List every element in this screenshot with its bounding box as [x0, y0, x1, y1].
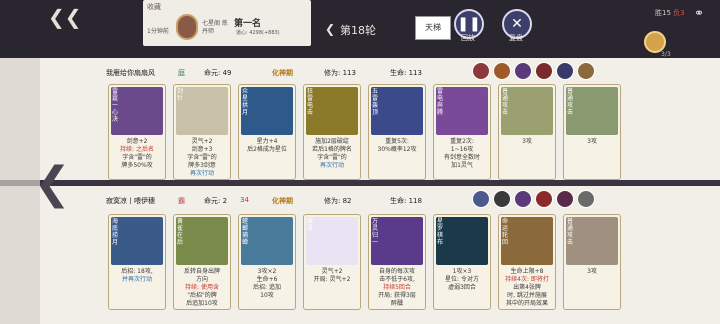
card-text: 生命上限+8 持续4次: 即将打 出第4张牌 时, 跳过并施展 其中的开局效果 [505, 268, 549, 307]
card-name: 普通攻击 [567, 218, 574, 246]
hp-value: 生命: 113 [390, 69, 422, 77]
card-name: 黄雀在后 [177, 218, 184, 246]
card-text: 施加2层破绽 若后1格的牌名 字含"雷"的 再次行动 [312, 138, 352, 169]
card-text: 3攻 [522, 138, 532, 145]
card-name: 普通攻击 [567, 88, 574, 116]
card[interactable]: 狂雷电击施加2层破绽 若后1格的牌名 字含"雷"的 再次行动 [303, 84, 361, 180]
record-label: 收藏 [147, 3, 161, 11]
card-name: 探灵 [307, 218, 314, 232]
card-name: 万灵归一 [372, 218, 379, 246]
card[interactable]: 剑针灵气+2 剑意+3 字含"雷"的 牌多3剑意 再次行动 [173, 84, 231, 180]
player-badge: 霸 [178, 197, 185, 205]
card[interactable]: 螳螂捕蝉 3攻×2 生命+6 后招: 追加 10攻 [238, 214, 296, 310]
coin-icon [644, 31, 666, 53]
status-icon[interactable] [472, 190, 490, 208]
realm-label: 化神期 [272, 69, 293, 77]
card[interactable]: 命运轮回生命上限+8 持续4次: 即将打 出第4张牌 时, 跳过并施展 其中的开局效果 [498, 214, 556, 310]
card-name: 雷霆一心决 [112, 88, 119, 123]
card[interactable]: 探灵灵气+2 开局: 灵气+2 [303, 214, 361, 310]
card-name: 普通攻击 [502, 88, 509, 116]
card-text: 灵气+2 剑意+3 字含"雷"的 牌多3剑意 再次行动 [187, 138, 217, 177]
card-text: 重复2次: 1~16攻 有剑意全数时 加1灵气 [443, 138, 480, 169]
status-icon[interactable] [556, 62, 574, 80]
cultivation-value: 修为: 82 [324, 197, 352, 205]
player-name[interactable]: 我雁给你扇扇风 [106, 68, 155, 78]
avatar[interactable] [176, 14, 198, 40]
coin-count: 3/3 [661, 51, 671, 58]
card[interactable]: 五雷轰顶重复5次: 30%概率12攻 [368, 84, 426, 180]
card[interactable]: 普通攻击 3攻 [563, 84, 621, 180]
card-name: 五雷轰顶 [372, 88, 379, 116]
rank-label: 第一名 [234, 19, 262, 29]
round-label: 第18轮 [340, 24, 376, 37]
share-icon[interactable]: ⚭ [694, 6, 704, 20]
card-text: 重复5次: 30%概率12攻 [377, 138, 417, 153]
card-name: 螳螂捕蝉 [242, 218, 249, 246]
card-text: 星力+4 后2格成为星位 [247, 138, 287, 153]
status-icon[interactable] [514, 62, 532, 80]
status-icon[interactable] [472, 62, 490, 80]
status-icons-bottom [472, 190, 595, 208]
card[interactable]: 万灵归一自身的每次攻 击不低于6攻, 持续5回合 开局: 获得3层 醉醺 [368, 214, 426, 310]
card-text: 后招: 18攻, 并再次行动 [121, 268, 153, 283]
card[interactable]: 海底捞月后招: 18攻, 并再次行动 [108, 214, 166, 310]
card-text: 灵气+2 开局: 灵气+2 [313, 268, 351, 283]
status-icon[interactable] [577, 190, 595, 208]
status-icon[interactable] [493, 62, 511, 80]
card-name: 剑针 [177, 88, 184, 102]
card[interactable]: 众星拱月星力+4 后2格成为星位 [238, 84, 296, 180]
life-value: 命元: 49 [204, 69, 232, 77]
status-icon[interactable] [556, 190, 574, 208]
top-bar: ❮❮ 收藏 1分钟前 七星阁 炼丹师 第一名 道心: 4298(+883) 天梯… [0, 0, 720, 58]
time-ago: 1分钟前 [147, 28, 169, 35]
rank-sub: 道心: 4298(+883) [236, 30, 280, 36]
back-arrow-icon[interactable]: ❮❮ [48, 6, 82, 28]
replay-label: 回放 [461, 34, 475, 42]
player-title: 七星阁 炼丹师 [202, 20, 228, 35]
cultivation-value: 修为: 113 [324, 69, 356, 77]
life-value: 命元: 2 [204, 197, 228, 205]
status-icon[interactable] [493, 190, 511, 208]
status-icon[interactable] [535, 62, 553, 80]
card[interactable]: 黄雀在后反转自身出牌 方向 持续: 使用含 "后招"的牌 后追加10攻 [173, 214, 231, 310]
hp-value: 生命: 118 [390, 197, 422, 205]
status-icon[interactable] [535, 190, 553, 208]
card-text: 反转自身出牌 方向 持续: 使用含 "后招"的牌 后追加10攻 [183, 268, 220, 307]
card-name: 雷电奔腾 [437, 88, 444, 116]
realm-label: 化神期 [272, 197, 293, 205]
card[interactable]: 普通攻击 3攻 [563, 214, 621, 310]
card[interactable]: 星罗棋布 1攻×3 星位: 令对方 虚弱3回合 [433, 214, 491, 310]
card-text: 1攻×3 星位: 令对方 虚弱3回合 [445, 268, 479, 291]
life-extra: 34 [240, 196, 249, 204]
card-name: 星罗棋布 [437, 218, 444, 246]
review-label: 复盘 [509, 34, 523, 42]
card-text: 3攻 [587, 138, 597, 145]
card-text: 自身的每次攻 击不低于6攻, 持续5回合 开局: 获得3层 醉醺 [378, 268, 416, 307]
card-name: 众星拱月 [242, 88, 249, 116]
card[interactable]: 普通攻击 3攻 [498, 84, 556, 180]
round-prev-icon[interactable]: ❮ [325, 22, 335, 36]
card[interactable]: 雷霆一心决剑意+2 持续: 之后名 字含"雷"的 牌多50%攻 [108, 84, 166, 180]
player-name[interactable]: 寂寞凉丨喂伊穗 [106, 196, 155, 206]
card-name: 命运轮回 [502, 218, 509, 246]
card-text: 3攻 [587, 268, 597, 275]
win-loss: 胜15 负3 [655, 9, 685, 17]
status-icon[interactable] [577, 62, 595, 80]
match-record-card[interactable]: 收藏 1分钟前 七星阁 炼丹师 第一名 道心: 4298(+883) 天梯 [143, 0, 451, 46]
card[interactable]: 雷电奔腾重复2次: 1~16攻 有剑意全数时 加1灵气 [433, 84, 491, 180]
ladder-button[interactable]: 天梯 [415, 16, 451, 40]
chevron-left-icon[interactable]: ❮ [34, 162, 71, 206]
status-icon[interactable] [514, 190, 532, 208]
status-icons-top [472, 62, 595, 80]
card-name: 海底捞月 [112, 218, 119, 246]
player-badge: 庭 [178, 69, 185, 77]
card-text: 3攻×2 生命+6 后招: 追加 10攻 [253, 268, 281, 299]
card-text: 剑意+2 持续: 之后名 字含"雷"的 牌多50%攻 [120, 138, 154, 169]
card-name: 狂雷电击 [307, 88, 314, 116]
